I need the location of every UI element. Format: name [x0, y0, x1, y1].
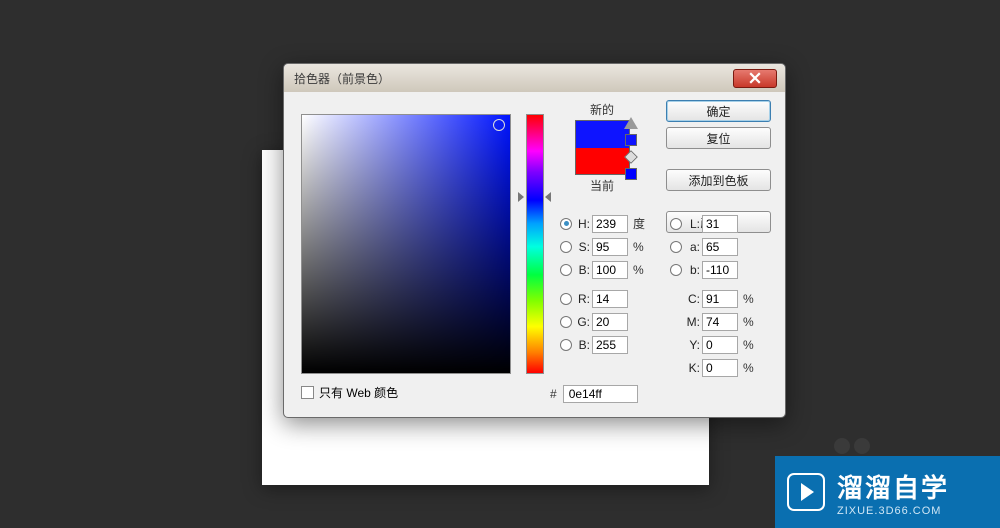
- web-only-row: 只有 Web 颜色: [301, 384, 398, 401]
- hex-row: # 0e14ff: [550, 385, 638, 403]
- radio-s[interactable]: [560, 241, 572, 253]
- close-button[interactable]: [733, 69, 777, 88]
- input-y[interactable]: 0: [702, 336, 738, 354]
- radio-b-hsb[interactable]: [560, 264, 572, 276]
- radio-a[interactable]: [670, 241, 682, 253]
- hex-input[interactable]: 0e14ff: [563, 385, 638, 403]
- reset-button[interactable]: 复位: [666, 127, 771, 149]
- hue-pointer-left-icon: [518, 192, 524, 202]
- close-icon: [749, 72, 761, 84]
- input-l[interactable]: 31: [702, 215, 738, 233]
- input-g[interactable]: 20: [592, 313, 628, 331]
- brand-en: ZIXUE.3D66.COM: [837, 505, 949, 517]
- unit-h: 度: [630, 215, 646, 232]
- input-k[interactable]: 0: [702, 359, 738, 377]
- label-m: M:: [684, 315, 700, 329]
- gamut-warnings: [624, 117, 638, 180]
- watermark-dots-icon: [832, 438, 872, 454]
- radio-b-rgb[interactable]: [560, 339, 572, 351]
- web-only-checkbox[interactable]: [301, 386, 314, 399]
- label-s: S:: [574, 240, 590, 254]
- hue-slider[interactable]: [526, 114, 544, 374]
- input-h[interactable]: 239: [592, 215, 628, 233]
- label-b-rgb: B:: [574, 338, 590, 352]
- ok-button[interactable]: 确定: [666, 100, 771, 122]
- brand-cn: 溜溜自学: [837, 468, 949, 505]
- brand-watermark: 溜溜自学 ZIXUE.3D66.COM: [775, 456, 1000, 528]
- input-r[interactable]: 14: [592, 290, 628, 308]
- label-r: R:: [574, 292, 590, 306]
- input-s[interactable]: 95: [592, 238, 628, 256]
- unit-k: %: [740, 361, 756, 375]
- unit-c: %: [740, 292, 756, 306]
- play-icon: [787, 473, 825, 511]
- input-b-lab[interactable]: -110: [702, 261, 738, 279]
- dialog-title: 拾色器（前景色）: [294, 70, 390, 87]
- input-a[interactable]: 65: [702, 238, 738, 256]
- color-picker-dialog: 拾色器（前景色） 只有 Web 颜色 新的 当前: [283, 63, 786, 418]
- websafe-nearest-swatch[interactable]: [625, 168, 637, 180]
- label-a: a:: [684, 240, 700, 254]
- unit-y: %: [740, 338, 756, 352]
- hex-hash-icon: #: [550, 387, 557, 401]
- label-c: C:: [684, 292, 700, 306]
- gamut-nearest-swatch[interactable]: [625, 134, 637, 146]
- radio-r[interactable]: [560, 293, 572, 305]
- label-b-hsb: B:: [574, 263, 590, 277]
- websafe-warning-icon[interactable]: [624, 150, 638, 164]
- input-m[interactable]: 74: [702, 313, 738, 331]
- radio-g[interactable]: [560, 316, 572, 328]
- web-only-label: 只有 Web 颜色: [319, 384, 398, 401]
- input-b-hsb[interactable]: 100: [592, 261, 628, 279]
- saturation-cursor[interactable]: [493, 119, 505, 131]
- label-y: Y:: [684, 338, 700, 352]
- new-color-label: 新的: [562, 101, 642, 118]
- dialog-body: 只有 Web 颜色 新的 当前 确定 复位 添加到色板 颜色库: [284, 92, 785, 417]
- color-compare-swatch: [575, 120, 630, 175]
- input-c[interactable]: 91: [702, 290, 738, 308]
- label-b-lab: b:: [684, 263, 700, 277]
- unit-b-hsb: %: [630, 263, 646, 277]
- hue-pointer-right-icon: [545, 192, 551, 202]
- unit-s: %: [630, 240, 646, 254]
- titlebar[interactable]: 拾色器（前景色）: [284, 64, 785, 92]
- new-color-swatch[interactable]: [576, 121, 629, 148]
- input-b-rgb[interactable]: 255: [592, 336, 628, 354]
- saturation-field[interactable]: [301, 114, 511, 374]
- label-h: H:: [574, 217, 590, 231]
- label-l: L:: [684, 217, 700, 231]
- radio-h[interactable]: [560, 218, 572, 230]
- label-g: G:: [574, 315, 590, 329]
- gamut-warning-icon[interactable]: [624, 117, 638, 129]
- unit-m: %: [740, 315, 756, 329]
- radio-b-lab[interactable]: [670, 264, 682, 276]
- radio-l[interactable]: [670, 218, 682, 230]
- label-k: K:: [684, 361, 700, 375]
- add-to-swatches-button[interactable]: 添加到色板: [666, 169, 771, 191]
- current-color-swatch[interactable]: [576, 148, 629, 175]
